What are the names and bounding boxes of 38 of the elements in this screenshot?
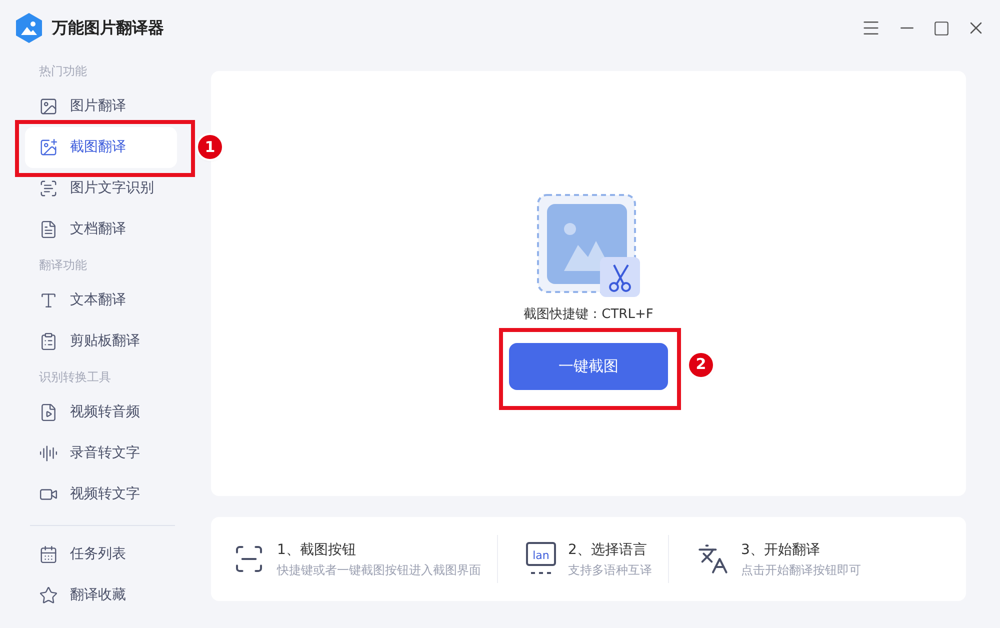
section-heading: 翻译功能: [38, 257, 88, 274]
app-logo-icon: [14, 12, 44, 44]
callout-number: 1: [198, 135, 222, 159]
screenshot-icon: [233, 543, 265, 575]
video-icon: [39, 403, 58, 422]
sidebar-item[interactable]: 任务列表: [25, 534, 177, 575]
translate-icon: [697, 543, 729, 575]
step-description: 点击开始翻译按钮即可: [741, 562, 861, 578]
sidebar-item[interactable]: 图片翻译: [25, 86, 177, 127]
section-heading: 热门功能: [38, 63, 88, 80]
step-title: 1、截图按钮: [277, 540, 357, 560]
step-description: 快捷键或者一键截图按钮进入截图界面: [277, 562, 481, 578]
sidebar-item[interactable]: 图片文字识别: [25, 168, 177, 209]
step-title: 2、选择语言: [568, 540, 648, 560]
sidebar-item[interactable]: 文本翻译: [25, 280, 177, 321]
shortcut-hint: 截图快捷键：CTRL+F: [524, 306, 654, 324]
clipboard-icon: [39, 332, 58, 351]
sidebar-item[interactable]: 录音转文字: [25, 433, 177, 474]
audio-icon: [39, 444, 58, 463]
text-scan-icon: [39, 179, 58, 198]
sidebar-item[interactable]: 剪贴板翻译: [25, 321, 177, 362]
text-icon: [39, 291, 58, 310]
sidebar-item[interactable]: 翻译收藏: [25, 575, 177, 616]
sidebar-item[interactable]: 截图翻译: [25, 127, 177, 168]
star-icon: [39, 586, 58, 605]
sidebar-item[interactable]: 文档翻译: [25, 209, 177, 250]
section-heading: 识别转换工具: [38, 369, 112, 386]
calendar-icon: [39, 545, 58, 564]
sidebar-item[interactable]: 视频转音频: [25, 392, 177, 433]
app-title: 万能图片翻译器: [52, 17, 164, 39]
picture-icon: [39, 97, 58, 116]
callout-number: 2: [689, 352, 713, 376]
step-description: 支持多语种互译: [568, 562, 652, 578]
step-title: 3、开始翻译: [741, 540, 821, 560]
document-icon: [39, 220, 58, 239]
maximize-icon[interactable]: [933, 20, 950, 36]
capture-button[interactable]: 一键截图: [509, 342, 668, 390]
sidebar-item[interactable]: 视频转文字: [25, 474, 177, 515]
